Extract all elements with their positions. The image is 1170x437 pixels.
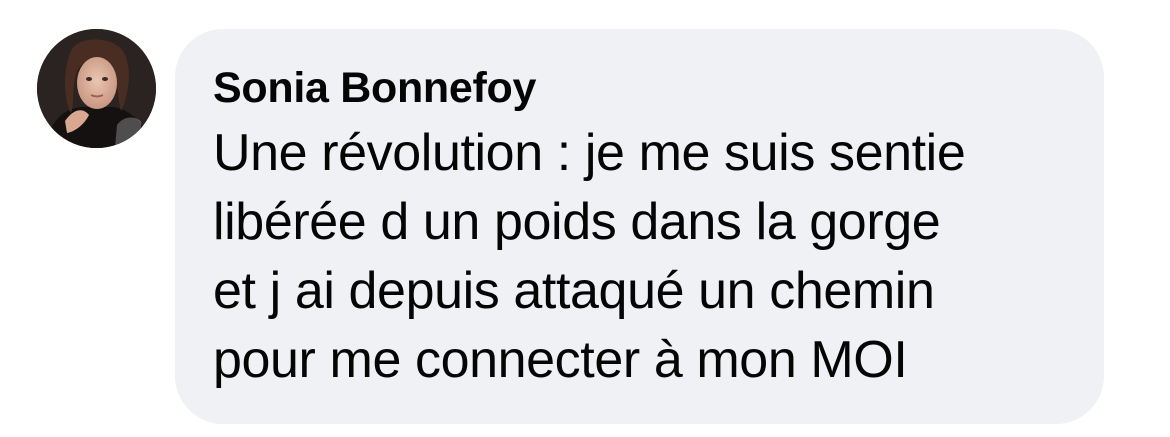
comment-text-line: pour me connecter à mon MOI <box>213 331 908 389</box>
avatar[interactable] <box>37 29 156 148</box>
comment-author-name[interactable]: Sonia Bonnefoy <box>213 63 1084 113</box>
comment-text-line: Une révolution : je me suis sentie <box>213 124 966 182</box>
comment-text-line: et j ai depuis attaqué un chemin <box>213 262 935 320</box>
comment-text: Une révolution : je me suis sentie libér… <box>213 119 1084 395</box>
comment-bubble[interactable]: Sonia Bonnefoy Une révolution : je me su… <box>175 29 1104 424</box>
user-avatar-photo-icon <box>37 29 156 148</box>
comment-text-line: libérée d un poids dans la gorge <box>213 193 941 251</box>
comment-row: Sonia Bonnefoy Une révolution : je me su… <box>0 0 1170 437</box>
